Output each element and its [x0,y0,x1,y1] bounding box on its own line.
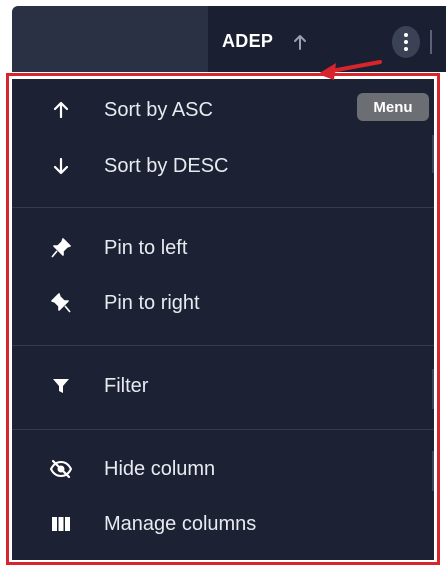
header-cell-previous [12,6,208,72]
column-resize-handle[interactable] [430,30,432,54]
column-title[interactable]: ADEP [222,31,273,52]
kebab-dot [404,33,408,37]
highlight-frame [6,73,440,565]
annotation-arrow [318,60,382,80]
